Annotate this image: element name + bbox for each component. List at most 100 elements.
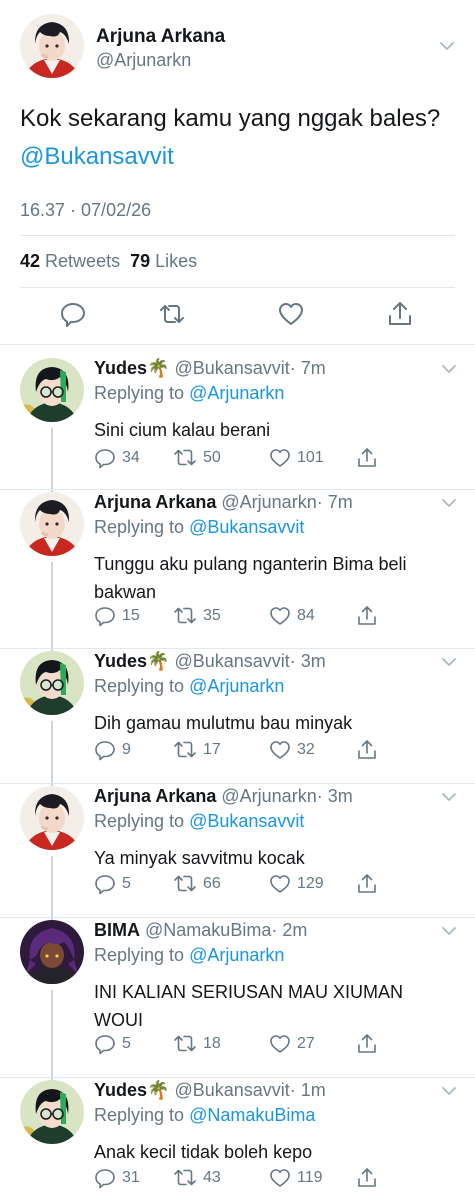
reply-time[interactable]: · 2m [271,920,307,940]
author-handle[interactable]: @Arjunarkn [221,492,316,512]
replying-to: Replying to @Bukansavvit [94,517,304,538]
reply-button[interactable]: 5 [94,1031,131,1057]
chevron-down-icon[interactable] [440,653,458,671]
avatar[interactable] [20,1080,84,1144]
reply-tweet[interactable]: Yudes🌴 @Bukansavvit· 1m Replying to @Nam… [0,1080,475,1200]
share-button[interactable] [356,871,384,897]
retweet-button[interactable]: 50 [173,445,221,471]
author-name[interactable]: Yudes🌴 [94,358,169,378]
likes-count[interactable]: 79 [130,251,150,271]
replying-to-link[interactable]: @Arjunarkn [189,945,284,965]
reply-time[interactable]: · 7m [290,358,326,378]
retweet-icon[interactable] [158,300,186,328]
likes-label[interactable]: Likes [155,251,197,271]
reply-actions: 5 66 129 [94,871,394,897]
like-button[interactable]: 27 [269,1031,315,1057]
like-button[interactable]: 129 [269,871,324,897]
retweet-icon [174,875,196,892]
retweet-button[interactable]: 18 [173,1031,221,1057]
author-name[interactable]: Arjuna Arkana [94,492,216,512]
reply-button[interactable]: 15 [94,603,140,629]
retweet-button[interactable]: 17 [173,737,221,763]
like-button[interactable]: 119 [269,1165,323,1191]
like-icon [270,449,290,467]
avatar[interactable] [20,14,84,78]
share-button[interactable] [356,737,384,763]
replying-to-link[interactable]: @Bukansavvit [189,811,304,831]
replying-to-link[interactable]: @Bukansavvit [189,517,304,537]
reply-text: Sini cium kalau berani [94,420,271,440]
share-icon [358,1168,376,1187]
share-button[interactable] [356,603,384,629]
reply-time[interactable]: · 1m [290,1080,326,1100]
avatar[interactable] [20,786,84,850]
retweet-icon [174,1035,196,1052]
author-name[interactable]: Arjuna Arkana [94,786,216,806]
reply-header: Arjuna Arkana @Arjunarkn· 7m [94,492,353,513]
like-button[interactable]: 101 [269,445,324,471]
like-icon[interactable] [277,300,305,328]
share-icon [358,448,376,467]
chevron-down-icon[interactable] [440,494,458,512]
reply-tweet[interactable]: Arjuna Arkana @Arjunarkn· 3m Replying to… [0,786,475,936]
avatar[interactable] [20,492,84,556]
retweets-count[interactable]: 42 [20,251,40,271]
author-handle[interactable]: @Arjunarkn [221,786,316,806]
avatar[interactable] [20,358,84,422]
author-handle[interactable]: @Bukansavvit [174,651,289,671]
tweet-timestamp[interactable]: 16.37 · 07/02/26 [20,200,151,221]
chevron-down-icon[interactable] [437,36,457,56]
replying-to-link[interactable]: @Arjunarkn [189,383,284,403]
reply-tweet[interactable]: BIMA @NamakuBima· 2m Replying to @Arjuna… [0,920,475,1094]
reply-icon[interactable] [59,300,87,328]
reply-count: 9 [122,741,131,758]
reply-icon [95,875,115,895]
author-name[interactable]: Yudes🌴 [94,651,169,671]
replying-to-link[interactable]: @NamakuBima [189,1105,315,1125]
share-button[interactable] [356,445,384,471]
like-icon [270,1035,290,1053]
divider [20,235,455,236]
chevron-down-icon[interactable] [440,360,458,378]
retweet-button[interactable]: 66 [173,871,221,897]
reply-time[interactable]: · 3m [317,786,353,806]
retweet-count: 17 [203,741,221,758]
reply-button[interactable]: 31 [94,1165,140,1191]
chevron-down-icon[interactable] [440,922,458,940]
like-button[interactable]: 84 [269,603,315,629]
share-icon[interactable] [386,300,414,328]
avatar[interactable] [20,920,84,984]
retweets-label[interactable]: Retweets [45,251,120,271]
author-name[interactable]: Yudes🌴 [94,1080,169,1100]
reply-icon [95,607,115,627]
retweet-button[interactable]: 35 [173,603,221,629]
chevron-down-icon[interactable] [440,1082,458,1100]
share-button[interactable] [356,1165,384,1191]
author-handle[interactable]: @Arjunarkn [96,50,191,71]
replying-to: Replying to @Arjunarkn [94,676,284,697]
reply-time[interactable]: · 7m [317,492,353,512]
chevron-down-icon[interactable] [440,788,458,806]
avatar[interactable] [20,651,84,715]
author-handle[interactable]: @Bukansavvit [174,1080,289,1100]
replying-to-link[interactable]: @Arjunarkn [189,676,284,696]
reply-button[interactable]: 9 [94,737,131,763]
reply-tweet[interactable]: Arjuna Arkana @Arjunarkn· 7m Replying to… [0,492,475,666]
author-name[interactable]: Arjuna Arkana [96,26,225,48]
reply-header: Yudes🌴 @Bukansavvit· 1m [94,1080,326,1101]
reply-tweet[interactable]: Yudes🌴 @Bukansavvit· 7m Replying to @Arj… [0,358,475,508]
author-name[interactable]: BIMA [94,920,140,940]
like-button[interactable]: 32 [269,737,315,763]
author-handle[interactable]: @Bukansavvit [174,358,289,378]
reply-text: INI KALIAN SERIUSAN MAU XIUMAN WOUI [94,982,404,1030]
reply-text: Dih gamau mulutmu bau minyak [94,713,353,733]
reply-tweet[interactable]: Yudes🌴 @Bukansavvit· 3m Replying to @Arj… [0,651,475,801]
author-handle[interactable]: @NamakuBima [145,920,271,940]
retweet-count: 66 [203,875,221,892]
reply-button[interactable]: 34 [94,445,140,471]
share-button[interactable] [356,1031,384,1057]
reply-button[interactable]: 5 [94,871,131,897]
mention-link[interactable]: @Bukansavvit [20,143,174,170]
retweet-button[interactable]: 43 [173,1165,221,1191]
reply-time[interactable]: · 3m [290,651,326,671]
